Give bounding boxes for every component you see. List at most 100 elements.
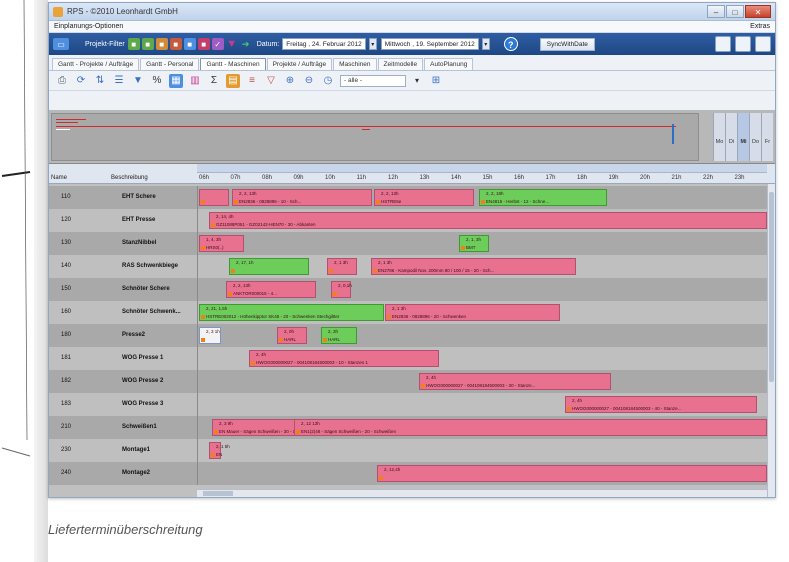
filter-green-icon[interactable]: ■ — [127, 38, 140, 50]
gantt-row[interactable]: 150 Schnöter Schere 2, 2, 13h ANKTOR000015 … — [49, 278, 767, 301]
close-button[interactable]: ✕ — [745, 5, 771, 18]
tab-maschinen[interactable]: Maschinen — [333, 58, 377, 70]
horizontal-scrollbar[interactable] — [197, 489, 767, 497]
gantt-row[interactable]: 110 EHT Schere 2, 2, 13h EN2836 - 0828896 -… — [49, 186, 767, 209]
tab-projekte-auftraege[interactable]: Projekte / Aufträge — [266, 58, 333, 70]
gantt-task-bar[interactable]: 2, 17, 1h — [229, 258, 309, 275]
funnel-red-icon[interactable]: ▽ — [264, 74, 278, 88]
sum-icon[interactable]: Σ — [207, 74, 221, 88]
gantt-row[interactable]: 140 RAS Schwenkbiege 2, 17, 1h 2, 1 3h 2, 1 … — [49, 255, 767, 278]
overview-day[interactable]: Do — [749, 113, 761, 161]
zoom-select[interactable]: - alle - — [340, 74, 406, 87]
gantt-row[interactable]: 181 WOG Presse 1 2, 4h HWOG000000027 - 0041… — [49, 347, 767, 370]
hour-label: 22h — [703, 175, 714, 181]
date-from-dropdown-icon[interactable]: ▾ — [368, 38, 377, 50]
columns-icon[interactable]: ▥ — [188, 74, 202, 88]
date-to-dropdown-icon[interactable]: ▾ — [481, 38, 490, 50]
column-header-description[interactable]: Beschreibung — [111, 175, 148, 181]
funnel-icon[interactable]: ▼ — [226, 38, 238, 50]
date-to-field[interactable]: Mittwoch , 19. September 2012 — [380, 38, 479, 50]
gantt-row[interactable]: 240 Montage2 2, 12,4h — [49, 462, 767, 485]
gantt-task-bar[interactable]: 2, 21, 1,5h HSTRE002012 - Höhenkipptor SK… — [199, 304, 384, 321]
task-duration: 1, 4, 3h — [206, 237, 222, 242]
gantt-icon[interactable]: ▤ — [226, 73, 240, 88]
table-settings-icon[interactable]: ⊞ — [429, 74, 443, 88]
filter-red-icon[interactable]: ■ — [169, 38, 182, 50]
save-icon[interactable] — [735, 36, 751, 52]
filter-orange-icon[interactable]: ■ — [155, 38, 168, 50]
gantt-row[interactable]: 130 StanzNibbel 1, 4, 3h HRS0(..) 2, 1, 3h BM… — [49, 232, 767, 255]
gantt-task-bar[interactable]: 2, 2, 13h HSTRE6e — [374, 189, 474, 206]
refresh-icon[interactable] — [715, 36, 731, 52]
filter-green2-icon[interactable]: ■ — [141, 38, 154, 50]
print-icon[interactable]: ⎙ — [55, 74, 69, 88]
gantt-row[interactable]: 120 EHT Presse 2, 14, 4h GZ11088P051 - GZ02… — [49, 209, 767, 232]
gantt-task-bar[interactable]: 2, 1 5h EN — [209, 442, 230, 459]
gantt-row[interactable]: 160 Schnöter Schwenk... 2, 21, 1,5h HSTRE00… — [49, 301, 767, 324]
gantt-task-bar[interactable]: 2, 4h HWOG000000027 - 004108184500003 - 4… — [565, 396, 757, 413]
gantt-task-bar[interactable]: 2, 12 13h EN1(2)48 - Sägen Schweißen - 20… — [294, 419, 767, 436]
zoom-dropdown-icon[interactable]: ▾ — [410, 74, 424, 88]
menu-extras[interactable]: Extras — [750, 23, 770, 30]
sync-with-date-button[interactable]: SyncWithDate — [539, 37, 595, 51]
vertical-scrollbar[interactable] — [767, 184, 775, 497]
tab-autoplanung[interactable]: AutoPlanung — [424, 58, 474, 70]
gantt-row[interactable]: 230 Montage1 2, 1 5h EN — [49, 439, 767, 462]
help-icon[interactable]: ? — [503, 37, 518, 51]
filter-blue-icon[interactable]: ■ — [183, 38, 196, 50]
gantt-task-bar[interactable]: 2, 1 3h — [327, 258, 357, 275]
check-icon[interactable]: ✓ — [211, 38, 224, 50]
overview-day[interactable]: Di — [725, 113, 737, 161]
overview-day-selected[interactable]: Mi — [737, 113, 749, 161]
gantt-row[interactable]: 210 Schweißen1 2, 3 9h EN Mauer - Sägen Sch… — [49, 416, 767, 439]
gantt-task-bar[interactable]: 2, 2, 18h EN4815 - Herbst - 12 - Schne... — [479, 189, 607, 206]
gantt-row[interactable]: 180 Presse2 2, 3 1h 2, 0h HARL 2, 3h HARL — [49, 324, 767, 347]
gantt-task-bar[interactable]: 2, 3 1h — [199, 327, 221, 344]
vertical-scroll-thumb[interactable] — [769, 192, 774, 382]
zoom-out-icon[interactable]: ⊖ — [302, 74, 316, 88]
gantt-task-bar[interactable]: 2, 4h HWOG000000027 - 004108184500003 - 3… — [419, 373, 611, 390]
sort-icon[interactable]: ⇅ — [93, 74, 107, 88]
horizontal-scroll-thumb[interactable] — [203, 491, 233, 496]
gantt-task-bar[interactable]: 2, 3h HARL — [321, 327, 357, 344]
gantt-task-bar[interactable]: 2, 2, 13h EN2836 - 0828896 - 10 - Sch... — [232, 189, 372, 206]
menu-einplanungs-optionen[interactable]: Einplanungs-Optionen — [54, 23, 123, 30]
bars-icon[interactable]: ≡ — [245, 74, 259, 88]
filter-icon[interactable]: ▼ — [131, 74, 145, 88]
gantt-task-bar[interactable]: 2, 2, 13h ANKTOR000015 - 4... — [226, 281, 316, 298]
refresh-gantt-icon[interactable]: ⟳ — [74, 74, 88, 88]
gantt-task-bar[interactable]: 1, 4, 3h HRS0(..) — [199, 235, 244, 252]
gantt-task-bar[interactable] — [199, 189, 229, 206]
tab-gantt-maschinen[interactable]: Gantt - Maschinen — [200, 58, 266, 70]
gantt-task-bar[interactable]: 2, 1 3h EN2786 - Kampodil Nov. 200mm 80 /… — [371, 258, 576, 275]
maximize-button[interactable]: □ — [726, 5, 744, 18]
tab-zeitmodelle[interactable]: Zeitmodelle — [377, 58, 424, 70]
gantt-row[interactable]: 183 WOG Presse 3 2, 4h HWOG000000027 - 0041… — [49, 393, 767, 416]
gantt-task-bar[interactable]: 2, 1 3h EN2836 - 0828896 - 20 - Schwenken — [385, 304, 560, 321]
user-icon[interactable] — [755, 36, 771, 52]
percent-icon[interactable]: % — [150, 74, 164, 88]
task-label: HWOG000000027 - 004108184500003 - 10 - S… — [256, 360, 368, 365]
gantt-task-bar[interactable]: 2, 1, 3h BMT — [459, 235, 489, 252]
gantt-row[interactable]: 182 WOG Presse 2 2, 4h HWOG000000027 - 0041… — [49, 370, 767, 393]
overview-day[interactable]: Fr — [761, 113, 773, 161]
arrow-right-icon[interactable]: ➔ — [240, 38, 252, 50]
zoom-in-icon[interactable]: ⊕ — [283, 74, 297, 88]
list-icon[interactable]: ☰ — [112, 74, 126, 88]
clock-icon[interactable]: ◷ — [321, 74, 335, 88]
filter-magenta-icon[interactable]: ■ — [197, 38, 210, 50]
date-from-field[interactable]: Freitag , 24. Februar 2012 — [282, 38, 366, 50]
minimize-button[interactable]: – — [707, 5, 725, 18]
overview-timeline[interactable] — [51, 113, 699, 161]
column-header-name[interactable]: Name — [51, 175, 67, 181]
gantt-task-bar[interactable]: 2, 0,1h — [331, 281, 352, 298]
gantt-task-bar[interactable]: 2, 14, 4h GZ11088P051 - GZ02142-HEN70 - 3… — [209, 212, 767, 229]
tab-gantt-projekte[interactable]: Gantt - Projekte / Aufträge — [52, 58, 140, 70]
gantt-task-bar[interactable]: 2, 4h HWOG000000027 - 004108184500003 - 1… — [249, 350, 439, 367]
tab-gantt-personal[interactable]: Gantt - Personal — [140, 58, 200, 70]
gantt-task-bar[interactable]: 2, 12,4h — [377, 465, 767, 482]
panel-toggle-icon[interactable]: ▭ — [53, 38, 69, 50]
chart-icon[interactable]: ▦ — [169, 73, 183, 88]
overview-day[interactable]: Mo — [713, 113, 725, 161]
gantt-task-bar[interactable]: 2, 0h HARL — [277, 327, 307, 344]
